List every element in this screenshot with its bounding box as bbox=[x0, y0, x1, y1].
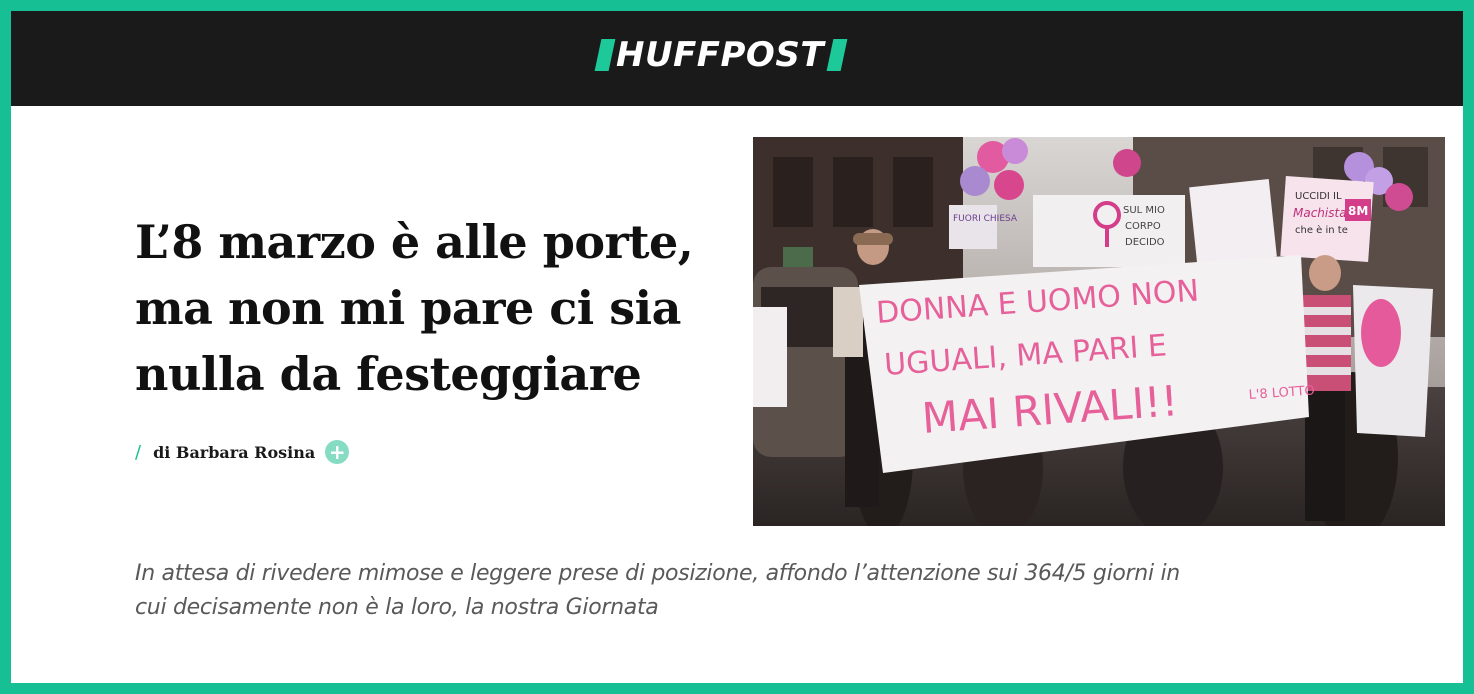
site-header: HUFFPOST bbox=[11, 11, 1463, 106]
sign-right-line: che è in te bbox=[1295, 224, 1348, 236]
balloon bbox=[1113, 149, 1141, 177]
page-frame: HUFFPOST L’8 marzo è alle porte, ma non … bbox=[11, 11, 1463, 683]
person-right-head bbox=[1309, 255, 1341, 291]
sign-right-line: UCCIDI IL bbox=[1295, 191, 1342, 202]
balloon bbox=[994, 170, 1024, 200]
balloon bbox=[960, 166, 990, 196]
byline: / di Barbara Rosina + bbox=[135, 440, 350, 464]
article-image: FUORI CHIESA SUL MIO CORPO DECIDO UCCIDI… bbox=[753, 137, 1445, 526]
byline-separator: / bbox=[135, 441, 142, 463]
protest-photo: FUORI CHIESA SUL MIO CORPO DECIDO UCCIDI… bbox=[753, 137, 1445, 526]
article-title: L’8 marzo è alle porte, ma non mi pare c… bbox=[135, 215, 694, 401]
sign-center-line: DECIDO bbox=[1125, 237, 1165, 248]
sign-small bbox=[1189, 179, 1277, 265]
sign-far-left bbox=[753, 307, 787, 407]
sign-left-text: FUORI CHIESA bbox=[953, 214, 1018, 224]
sign-center-line: SUL MIO bbox=[1123, 205, 1165, 216]
sign-right-line: Machista bbox=[1293, 206, 1347, 220]
follow-author-button[interactable]: + bbox=[325, 440, 350, 464]
plus-icon: + bbox=[328, 440, 346, 464]
balloon bbox=[1385, 183, 1413, 211]
logo-text: HUFFPOST bbox=[616, 35, 825, 75]
sign-right-tag: 8M bbox=[1348, 204, 1368, 218]
balloon bbox=[1002, 138, 1028, 164]
huffpost-logo[interactable]: HUFFPOST bbox=[594, 35, 848, 75]
sign-center-line: CORPO bbox=[1125, 221, 1161, 232]
sign-left bbox=[949, 205, 997, 249]
author-link[interactable]: di Barbara Rosina bbox=[153, 443, 315, 462]
article-subtitle: In attesa di rivedere mimose e leggere p… bbox=[135, 561, 1180, 620]
